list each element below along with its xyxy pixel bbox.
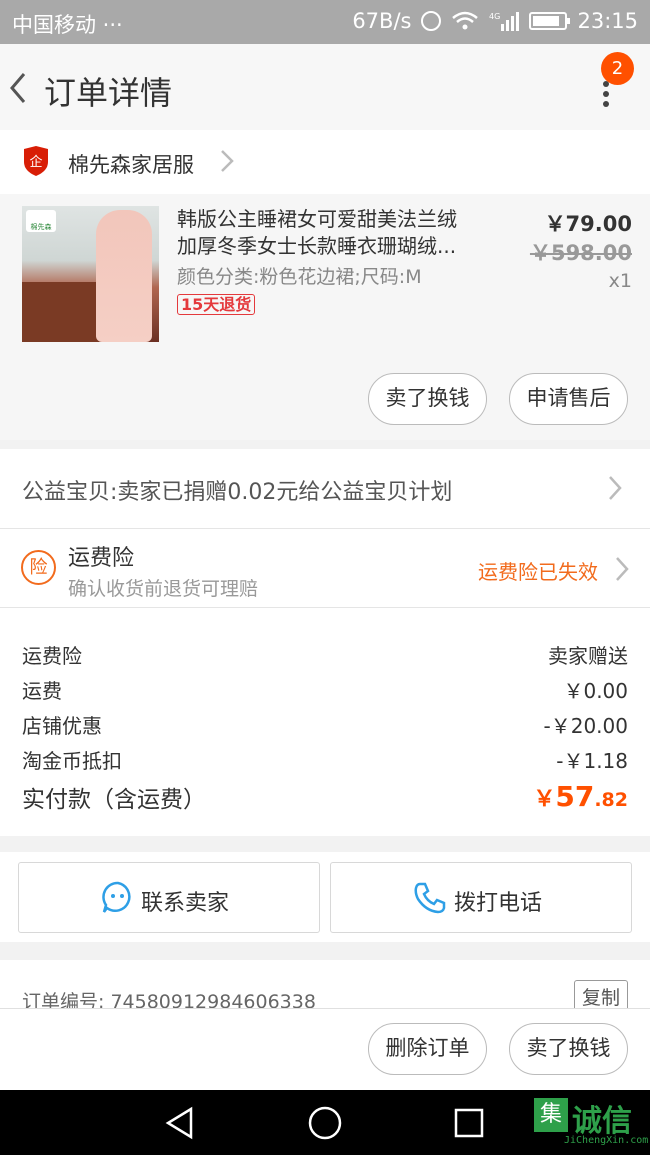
summary-value: -￥20.00 <box>543 714 628 738</box>
chevron-right-icon <box>616 557 629 581</box>
product-spec: 颜色分类:粉色花边裙;尺码:M <box>177 266 422 288</box>
insurance-subtitle: 确认收货前退货可理赔 <box>68 578 259 600</box>
total-currency: ￥ <box>533 787 556 812</box>
product-name-line2: 加厚冬季女士长款睡衣珊瑚绒... <box>177 234 457 258</box>
summary-value: 卖家赠送 <box>548 644 628 668</box>
product-quantity: x1 <box>608 270 632 292</box>
chat-bubble-icon <box>102 881 131 913</box>
call-phone-button[interactable]: 拨打电话 <box>330 862 632 933</box>
status-icons: 67B/s 4G 23:15 <box>352 9 638 33</box>
phone-icon <box>414 882 446 914</box>
system-nav-bar: 集 诚信 JiChengXin.com <box>0 1090 650 1155</box>
watermark-icon: 集 <box>534 1098 568 1132</box>
thumb-piano <box>22 282 100 342</box>
insurance-icon: 险 <box>21 550 56 585</box>
svg-text:企: 企 <box>29 154 42 170</box>
summary-label: 运费险 <box>22 644 82 668</box>
total-label: 实付款（含运费） <box>22 787 206 813</box>
total-decimal: .82 <box>594 789 628 811</box>
after-sales-button[interactable]: 申请售后 <box>509 373 628 425</box>
contact-seller-label: 联系卖家 <box>141 891 230 916</box>
page-title: 订单详情 <box>44 74 173 112</box>
shop-logo: 棉先森 <box>26 210 56 232</box>
order-number: 订单编号: 74580912984606338 <box>22 991 316 1010</box>
total-integer: 57 <box>555 780 595 813</box>
watermark-subtext: JiChengXin.com <box>564 1135 649 1146</box>
system-back-icon[interactable] <box>163 1106 197 1140</box>
battery-icon <box>529 12 571 30</box>
alarm-icon <box>421 11 442 31</box>
contact-seller-button[interactable]: 联系卖家 <box>18 862 320 933</box>
sell-for-cash-button[interactable]: 卖了换钱 <box>368 373 487 425</box>
system-recents-icon[interactable] <box>453 1107 485 1139</box>
sell-for-cash-bottom-button[interactable]: 卖了换钱 <box>509 1023 628 1075</box>
watermark-logo: 集 诚信 JiChengXin.com <box>534 1098 649 1150</box>
summary-value: -￥1.18 <box>556 749 628 773</box>
back-icon[interactable] <box>4 66 40 110</box>
product-name[interactable]: 韩版公主睡裙女可爱甜美法兰绒 加厚冬季女士长款睡衣珊瑚绒... <box>177 206 507 260</box>
product-item[interactable]: 棉先森 韩版公主睡裙女可爱甜美法兰绒 加厚冬季女士长款睡衣珊瑚绒... 颜色分类… <box>0 194 650 440</box>
insurance-title: 运费险 <box>68 546 135 571</box>
product-name-line1: 韩版公主睡裙女可爱甜美法兰绒 <box>177 207 457 231</box>
contact-actions: 联系卖家 拨打电话 <box>0 852 650 942</box>
system-home-icon[interactable] <box>307 1105 343 1141</box>
summary-label: 运费 <box>22 679 62 703</box>
shop-enterprise-icon: 企 <box>24 146 48 176</box>
call-phone-label: 拨打电话 <box>454 891 543 916</box>
network-speed: 67B/s <box>352 9 412 33</box>
chevron-right-icon <box>221 150 234 172</box>
watermark-text: 诚信 <box>572 1104 632 1139</box>
nav-bar: 订单详情 2 <box>0 44 650 130</box>
summary-label: 淘金币抵扣 <box>22 749 122 773</box>
delete-order-button[interactable]: 删除订单 <box>368 1023 487 1075</box>
summary-label: 店铺优惠 <box>22 714 102 738</box>
payment-summary: 运费险 卖家赠送 运费 ￥0.00 店铺优惠 -￥20.00 淘金币抵扣 -￥1… <box>0 608 650 836</box>
carrier-label: 中国移动 ··· <box>12 13 123 37</box>
status-bar: 中国移动 ··· 67B/s 4G 23:15 <box>0 0 650 44</box>
total-amount: ￥57.82 <box>533 780 628 813</box>
thumb-dress <box>96 210 152 342</box>
chevron-right-icon <box>609 476 622 500</box>
wifi-icon <box>452 11 479 30</box>
product-price: ￥79.00 <box>544 212 632 236</box>
insurance-status: 运费险已失效 <box>478 560 598 584</box>
charity-row[interactable]: 公益宝贝:卖家已捐赠0.02元给公益宝贝计划 <box>0 449 650 529</box>
shop-name: 棉先森家居服 <box>68 153 194 177</box>
copy-order-number-button[interactable]: 复制 <box>574 980 628 1010</box>
network-type: 4G <box>489 12 500 21</box>
signal-icon: 4G <box>489 12 520 31</box>
return-policy-tag: 15天退货 <box>177 294 256 315</box>
shop-row[interactable]: 企 棉先森家居服 <box>0 130 650 194</box>
charity-text: 公益宝贝:卖家已捐赠0.02元给公益宝贝计划 <box>22 480 453 505</box>
clock: 23:15 <box>577 9 638 33</box>
summary-value: ￥0.00 <box>563 679 628 703</box>
product-thumbnail[interactable]: 棉先森 <box>22 206 159 342</box>
bottom-action-bar: 删除订单 卖了换钱 <box>0 1008 650 1090</box>
notification-badge: 2 <box>601 52 634 85</box>
order-number-row: 订单编号: 74580912984606338 复制 <box>0 960 650 1010</box>
original-price: ￥598.00 <box>529 241 632 265</box>
shipping-insurance-row[interactable]: 险 运费险 确认收货前退货可理赔 运费险已失效 <box>0 529 650 608</box>
